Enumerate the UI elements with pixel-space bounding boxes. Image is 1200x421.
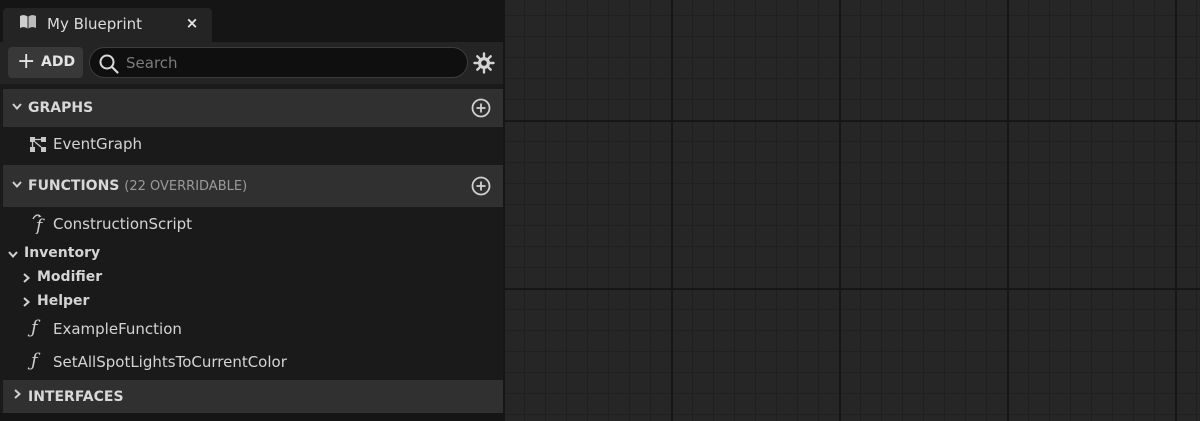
- tab-strip: My Blueprint ×: [0, 0, 503, 42]
- tab-my-blueprint[interactable]: My Blueprint ×: [3, 8, 212, 42]
- category-label: Modifier: [37, 269, 103, 285]
- chevron-down-icon: [8, 251, 18, 259]
- function-icon: ƒ: [31, 317, 38, 338]
- plus-icon: +: [17, 49, 36, 74]
- add-function-icon[interactable]: [470, 175, 492, 197]
- list-item-label: ConstructionScript: [53, 215, 193, 233]
- list-item-construction-script[interactable]: f ConstructionScript: [0, 211, 503, 237]
- add-button[interactable]: + ADD: [8, 47, 83, 78]
- list-item-label: EventGraph: [53, 135, 142, 153]
- search-box[interactable]: [89, 47, 468, 78]
- list-item-event-graph[interactable]: EventGraph: [0, 131, 503, 157]
- category-label: Inventory: [24, 245, 101, 261]
- section-title: GRAPHS: [28, 100, 94, 116]
- toolbar: + ADD: [0, 42, 503, 84]
- event-graph-icon: [30, 137, 46, 152]
- function-icon: ƒ: [31, 350, 38, 371]
- chevron-right-icon: [23, 273, 31, 283]
- search-input[interactable]: [126, 52, 456, 74]
- panel-bottom-divider: [0, 413, 503, 421]
- list-item-label: SetAllSpotLightsToCurrentColor: [53, 353, 287, 371]
- category-label: Helper: [37, 293, 90, 309]
- section-title: INTERFACES: [28, 389, 124, 405]
- list-item-label: ExampleFunction: [53, 320, 182, 338]
- add-graph-icon[interactable]: [470, 97, 492, 119]
- section-title: FUNCTIONS (22 OVERRIDABLE): [28, 177, 247, 196]
- section-header-graphs[interactable]: GRAPHS: [3, 89, 503, 127]
- chevron-right-icon: [14, 389, 22, 399]
- category-modifier[interactable]: Modifier: [0, 266, 250, 288]
- chevron-down-icon: [12, 103, 22, 111]
- section-header-functions[interactable]: FUNCTIONS (22 OVERRIDABLE): [3, 165, 503, 207]
- list-item-example-function[interactable]: ƒ ExampleFunction: [0, 316, 503, 342]
- my-blueprint-panel: My Blueprint × + ADD Search GRAPHS Event…: [0, 0, 503, 421]
- construction-script-icon: f: [31, 212, 47, 236]
- section-title-text: FUNCTIONS: [28, 178, 120, 194]
- gear-icon[interactable]: [472, 51, 496, 75]
- overridable-count: (22 OVERRIDABLE): [124, 179, 248, 194]
- section-header-interfaces[interactable]: INTERFACES: [3, 380, 503, 413]
- add-button-label: ADD: [41, 54, 76, 70]
- close-icon[interactable]: ×: [182, 13, 202, 33]
- svg-text:f: f: [34, 216, 45, 234]
- book-icon: [19, 14, 37, 34]
- tab-title: My Blueprint: [47, 15, 143, 33]
- search-icon: [99, 54, 119, 74]
- chevron-down-icon: [12, 181, 22, 189]
- category-inventory[interactable]: Inventory: [0, 242, 250, 264]
- chevron-right-icon: [23, 297, 31, 307]
- category-helper[interactable]: Helper: [0, 290, 250, 312]
- list-item-set-all-spot-lights[interactable]: ƒ SetAllSpotLightsToCurrentColor: [0, 349, 503, 375]
- graph-canvas[interactable]: [503, 0, 1200, 421]
